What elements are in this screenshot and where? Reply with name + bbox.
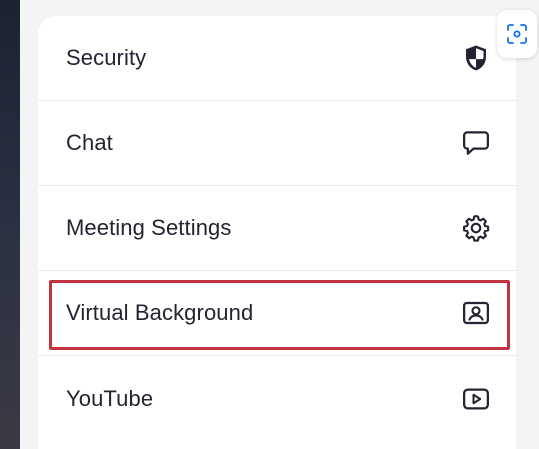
menu-item-label: Chat: [66, 130, 113, 155]
more-options-sheet: Security Chat Meeting Settings Virtual B…: [38, 16, 516, 449]
youtube-play-icon: [460, 383, 492, 415]
scan-icon: [505, 22, 529, 46]
menu-item-virtual-background[interactable]: Virtual Background: [38, 271, 516, 356]
menu-item-chat[interactable]: Chat: [38, 101, 516, 186]
menu-item-label: Virtual Background: [66, 300, 254, 325]
video-backdrop: [0, 0, 20, 449]
menu-item-label: Meeting Settings: [66, 215, 232, 240]
chat-bubble-icon: [460, 127, 492, 159]
menu-item-youtube[interactable]: YouTube: [38, 356, 516, 441]
scan-button[interactable]: [497, 10, 537, 58]
portrait-icon: [460, 297, 492, 329]
shield-icon: [460, 42, 492, 74]
menu-item-security[interactable]: Security: [38, 16, 516, 101]
menu-item-meeting-settings[interactable]: Meeting Settings: [38, 186, 516, 271]
gear-icon: [460, 212, 492, 244]
menu-item-label: Security: [66, 45, 147, 70]
menu-item-label: YouTube: [66, 385, 154, 411]
